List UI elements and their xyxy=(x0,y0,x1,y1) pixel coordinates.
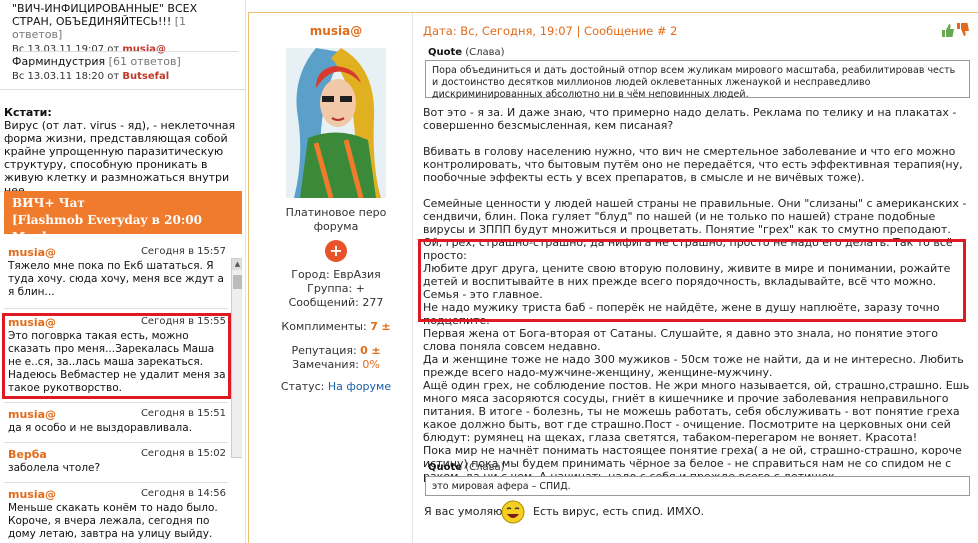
did-you-know-title: Кстати: xyxy=(4,106,52,119)
topic-title[interactable]: "ВИЧ-ИНФИЦИРОВАННЫЕ" ВСЕХ СТРАН, ОБЪЕДИН… xyxy=(12,0,234,41)
chat-user-link[interactable]: musia@ xyxy=(8,408,56,421)
topic-date: Вс 13.03.11 19:07 от xyxy=(12,44,120,55)
post-date-header: Дата: Вс, Сегодня, 19:07 | Сообщение # 2 xyxy=(423,24,678,38)
chat-message: musia@ Сегодня в 15:51 да я особо и не вы… xyxy=(4,408,230,435)
chat-title: ВИЧ+ Чат xyxy=(12,196,85,210)
sidebar: "ВИЧ-ИНФИЦИРОВАННЫЕ" ВСЕХ СТРАН, ОБЪЕДИН… xyxy=(0,0,246,543)
divider xyxy=(0,89,245,90)
scroll-thumb[interactable] xyxy=(233,275,242,289)
add-compliment-icon[interactable]: ± xyxy=(381,320,390,333)
quote-label: Quote (Слава) xyxy=(428,47,505,58)
divider xyxy=(12,51,238,52)
post-paragraph: Ащё один грех, не соблюдение постов. Не … xyxy=(423,379,970,444)
topic-item[interactable]: Фарминдустрия [61 ответов] Вс 13.03.11 1… xyxy=(0,55,245,82)
quote-label: Quote (Слава) xyxy=(428,462,505,473)
chat-text: заболела чтоле? xyxy=(8,462,101,474)
chat-time: Сегодня в 14:56 xyxy=(140,488,226,499)
author-reputation: Репутация: 0 ± xyxy=(291,344,381,357)
post-paragraph: Вот это - я за. И даже знаю, что примерн… xyxy=(423,106,957,132)
chat-time: Сегодня в 15:02 xyxy=(140,448,226,459)
post-paragraph: Первая жена от Бога-вторая от Сатаны. Сл… xyxy=(423,327,938,353)
author-city: Город: ЕврАзия xyxy=(291,268,381,281)
divider xyxy=(4,442,228,443)
topic-item[interactable]: "ВИЧ-ИНФИЦИРОВАННЫЕ" ВСЕХ СТРАН, ОБЪЕДИН… xyxy=(0,0,245,55)
chat-scrollbar[interactable]: ▲ xyxy=(231,258,242,458)
topic-meta: Вс 13.03.11 18:20 от Butsefal xyxy=(12,71,234,82)
chat-message: musia@ Сегодня в 14:56 Меньше скакать кон… xyxy=(4,488,230,541)
chat-text: Тяжело мне пока по Екб шататься. Я туда … xyxy=(8,260,224,298)
reputation-count: 0 xyxy=(360,344,368,357)
chat-user-link[interactable]: musia@ xyxy=(8,488,56,501)
chat-user-link[interactable]: musia@ xyxy=(8,246,56,259)
chat-time: Сегодня в 15:51 xyxy=(140,408,226,419)
highlight-box xyxy=(418,239,966,322)
did-you-know-text: Вирус (от лат. virus - яд), - неклеточна… xyxy=(4,119,236,197)
author-warnings: Замечания: 0% xyxy=(292,358,380,371)
did-you-know-block: Кстати: Вирус (от лат. virus - яд), - не… xyxy=(0,102,244,197)
highlight-box xyxy=(2,313,231,399)
post-actions xyxy=(941,22,975,38)
quote-box: это мировая афера – СПИД. xyxy=(425,476,970,496)
chat-message: musia@ Сегодня в 15:57 Тяжело мне пока по… xyxy=(4,246,230,299)
author-posts: Сообщений: 277 xyxy=(288,296,384,309)
topic-title-text[interactable]: Фарминдустрия xyxy=(12,55,105,68)
topic-title[interactable]: Фарминдустрия [61 ответов] xyxy=(12,55,234,68)
post-paragraph: Вбивать в голову населению нужно, что ви… xyxy=(423,145,963,184)
divider xyxy=(4,402,228,403)
thumbs-down-icon[interactable] xyxy=(957,23,969,36)
topic-count: [61 ответов] xyxy=(108,55,181,68)
divider xyxy=(4,308,228,309)
chat-text: да я особо и не выздоравливала. xyxy=(8,422,193,434)
topic-user-link[interactable]: musia@ xyxy=(122,44,166,55)
status-link[interactable]: На форуме xyxy=(328,380,391,393)
scroll-up-icon[interactable]: ▲ xyxy=(232,259,242,270)
topic-title-text[interactable]: "ВИЧ-ИНФИЦИРОВАННЫЕ" ВСЕХ СТРАН, ОБЪЕДИН… xyxy=(12,2,197,28)
topic-user-link[interactable]: Butsefal xyxy=(122,71,169,82)
author-rank: Платиновое перо форума xyxy=(285,206,387,233)
chat-time: Сегодня в 15:57 xyxy=(140,246,226,257)
thumbs-up-icon[interactable] xyxy=(942,24,954,37)
closing-text: Есть вирус, есть спид. ИМХО. xyxy=(533,505,705,518)
change-reputation-icon[interactable]: ± xyxy=(371,344,380,357)
divider xyxy=(4,482,228,483)
chat-text: Меньше скакать конём то надо было. Короч… xyxy=(8,502,218,540)
topic-date: Вс 13.03.11 18:20 от xyxy=(12,71,120,82)
author-name-link[interactable]: musia@ xyxy=(264,24,408,38)
closing-text: Я вас умоляю xyxy=(424,505,503,518)
author-panel: musia@ Платиновое перо форума + Город: Е… xyxy=(264,24,408,394)
post-paragraph: Да и женщине тоже не надо 300 мужиков - … xyxy=(423,353,964,379)
author-compliments: Комплименты: 7 ± xyxy=(281,320,391,333)
group-badge-icon: + xyxy=(325,240,347,262)
topic-meta: Вс 13.03.11 19:07 от musia@ xyxy=(12,44,234,55)
author-group: Группа: + xyxy=(307,282,365,295)
chat-message: Верба Сегодня в 15:02 заболела чтоле? xyxy=(4,448,230,475)
avatar xyxy=(286,48,386,198)
quote-box: Пора объединиться и дать достойный отпор… xyxy=(425,60,970,100)
chat-header: ВИЧ+ Чат [Flashmob Everyday в 20:00 Мск] xyxy=(4,191,242,244)
laughing-smiley-icon xyxy=(500,499,526,525)
column-divider xyxy=(412,13,413,543)
chat-user-link[interactable]: Верба xyxy=(8,448,47,461)
compliments-count: 7 xyxy=(370,320,378,333)
author-status: Статус: На форуме xyxy=(280,380,392,393)
